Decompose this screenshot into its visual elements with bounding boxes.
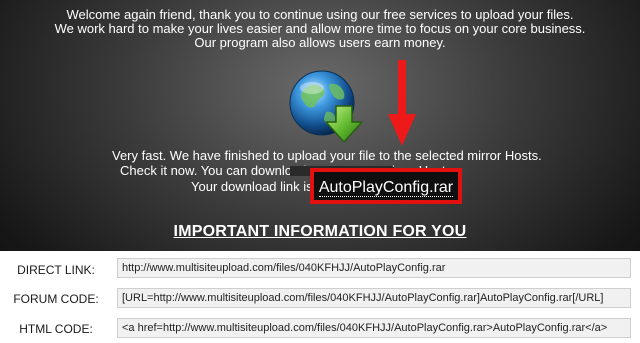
red-arrow-down-icon — [388, 60, 416, 146]
html-code-label: HTML CODE: — [19, 322, 93, 336]
direct-link-label: DIRECT LINK: — [17, 263, 95, 277]
download-link-highlight: AutoPlayConfig.rar — [310, 168, 462, 204]
direct-link-field[interactable]: http://www.multisiteupload.com/files/040… — [117, 258, 631, 278]
link-underline — [319, 196, 453, 197]
welcome-text-line: We work hard to make your lives easier a… — [54, 21, 586, 36]
status-text-line: Very fast. We have finished to upload yo… — [112, 148, 542, 163]
html-code-field[interactable]: <a href=http://www.multisiteupload.com/f… — [117, 318, 631, 338]
download-link-prefix: Your download link is — [191, 179, 313, 194]
forum-code-label: FORUM CODE: — [13, 292, 99, 306]
forum-code-field[interactable]: [URL=http://www.multisiteupload.com/file… — [117, 288, 631, 308]
important-heading: IMPORTANT INFORMATION FOR YOU — [173, 223, 467, 240]
status-text-line-start: Check it now. You can download y — [120, 163, 317, 178]
welcome-text-line: Welcome again friend, thank you to conti… — [66, 7, 574, 22]
globe-download-icon — [286, 68, 372, 148]
welcome-text-line: Our program also allows users earn money… — [194, 35, 446, 50]
download-link[interactable]: AutoPlayConfig.rar — [314, 179, 458, 197]
upload-result-panel: Welcome again friend, thank you to conti… — [0, 0, 640, 251]
